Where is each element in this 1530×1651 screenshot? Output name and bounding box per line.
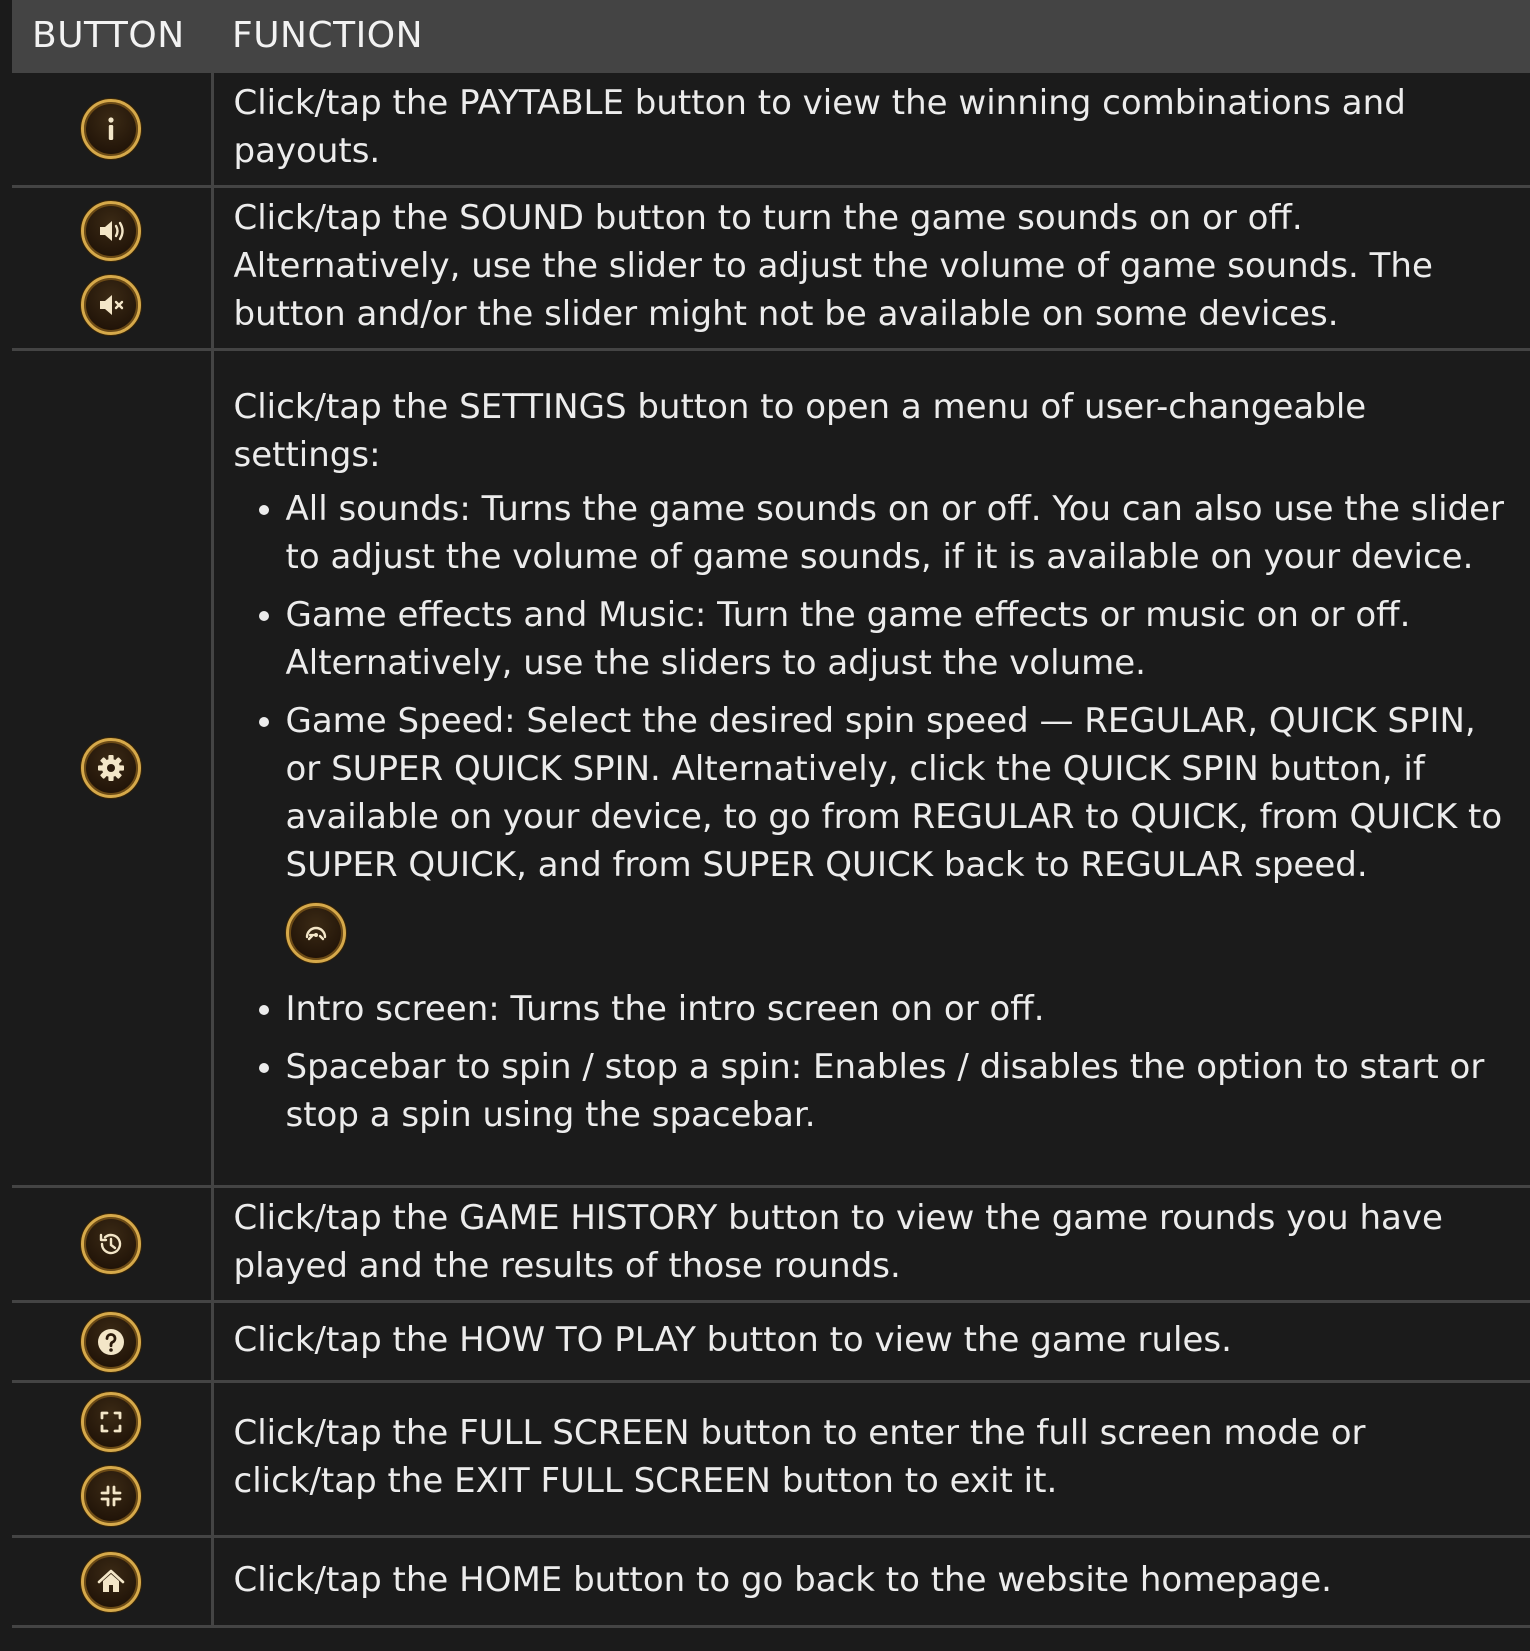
table-row-paytable: Click/tap the PAYTABLE button to view th…	[12, 70, 1530, 188]
list-item: All sounds: Turns the game sounds on or …	[286, 485, 1511, 581]
button-cell	[12, 1300, 214, 1383]
fullscreen-exit-icon	[81, 1466, 142, 1526]
settings-function-cell: Click/tap the SETTINGS button to open a …	[212, 348, 1530, 1188]
question-icon	[81, 1311, 142, 1372]
home-icon	[81, 1551, 142, 1612]
function-text: Click/tap the HOW TO PLAY button to view…	[212, 1300, 1530, 1383]
fullscreen-enter-icon	[81, 1392, 142, 1452]
sound-off-icon	[81, 275, 142, 335]
speedometer-icon	[285, 903, 346, 963]
list-item: Intro screen: Turns the intro screen on …	[286, 985, 1511, 1033]
function-text: Click/tap the PAYTABLE button to view th…	[212, 70, 1530, 188]
header-button: BUTTON	[12, 0, 212, 72]
header-function: FUNCTION	[212, 0, 1530, 72]
history-icon	[81, 1214, 142, 1274]
table-row-home: Click/tap the HOME button to go back to …	[12, 1535, 1530, 1628]
settings-list: All sounds: Turns the game sounds on or …	[234, 485, 1511, 1139]
button-cell	[12, 1535, 214, 1628]
table-row-sound: Click/tap the SOUND button to turn the g…	[12, 185, 1530, 351]
info-icon	[81, 99, 142, 159]
button-cell	[12, 1380, 214, 1538]
list-item: Game effects and Music: Turn the game ef…	[286, 591, 1511, 687]
button-cell	[12, 70, 214, 188]
list-item: Game Speed: Select the desired spin spee…	[285, 697, 1511, 963]
button-cell	[12, 185, 214, 351]
table-row-settings: Click/tap the SETTINGS button to open a …	[12, 348, 1530, 1188]
function-text: Click/tap the FULL SCREEN button to ente…	[212, 1380, 1530, 1538]
settings-intro: Click/tap the SETTINGS button to open a …	[233, 387, 1367, 475]
gear-icon	[81, 738, 142, 798]
button-cell	[12, 1185, 214, 1303]
list-item: Spacebar to spin / stop a spin: Enables …	[286, 1043, 1511, 1139]
function-text: Click/tap the HOME button to go back to …	[212, 1535, 1530, 1628]
list-item-text: Game Speed: Select the desired spin spee…	[285, 701, 1503, 885]
table-row-fullscreen: Click/tap the FULL SCREEN button to ente…	[12, 1380, 1530, 1538]
button-function-table: BUTTON FUNCTION Click/tap the PAYTABLE b…	[12, 0, 1530, 1628]
function-text: Click/tap the GAME HISTORY button to vie…	[212, 1185, 1530, 1303]
table-row-howtoplay: Click/tap the HOW TO PLAY button to view…	[12, 1300, 1530, 1383]
button-cell	[12, 348, 214, 1188]
table-header: BUTTON FUNCTION	[12, 0, 1530, 72]
sound-on-icon	[81, 201, 142, 261]
function-text: Click/tap the SOUND button to turn the g…	[212, 185, 1530, 351]
help-table-container: BUTTON FUNCTION Click/tap the PAYTABLE b…	[12, 0, 1530, 1651]
table-row-history: Click/tap the GAME HISTORY button to vie…	[12, 1185, 1530, 1303]
